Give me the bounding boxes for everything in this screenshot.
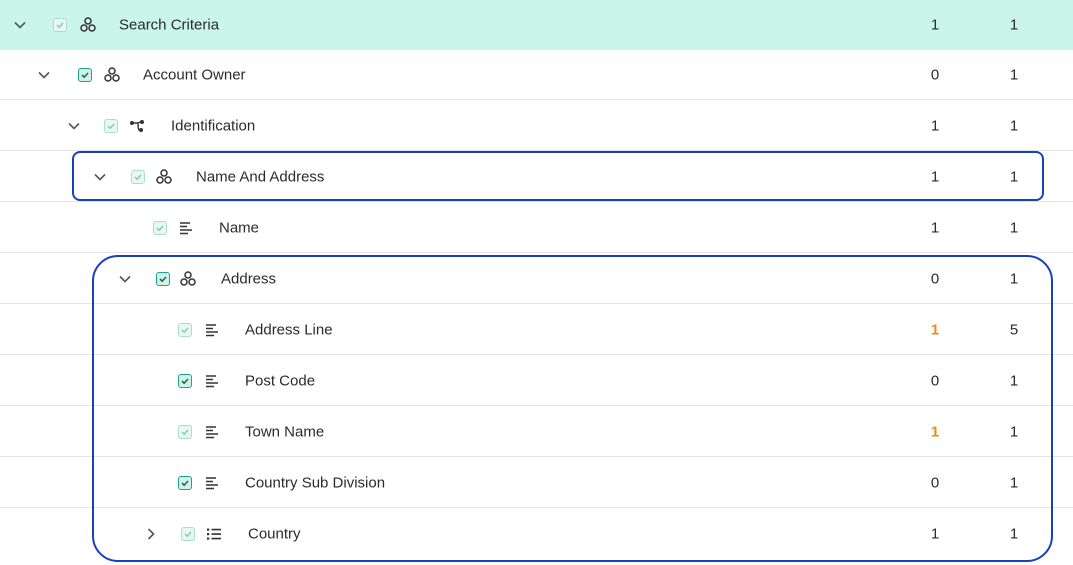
tree-row-address[interactable]: Address 0 1 <box>0 254 1073 304</box>
max-occurs: 1 <box>1009 219 1019 236</box>
min-occurs: 1 <box>930 423 940 440</box>
min-occurs: 1 <box>930 117 940 134</box>
min-occurs: 1 <box>930 219 940 236</box>
checkbox-partial[interactable] <box>178 424 192 439</box>
min-occurs: 1 <box>930 525 940 543</box>
max-occurs: 1 <box>1009 117 1019 134</box>
row-label: Account Owner <box>143 66 246 83</box>
checkbox-checked[interactable] <box>178 475 192 490</box>
max-occurs: 1 <box>1009 525 1019 543</box>
row-label: Post Code <box>245 372 316 389</box>
text-field-icon <box>204 475 220 491</box>
min-occurs: 1 <box>930 16 940 33</box>
min-occurs: 1 <box>930 321 940 338</box>
tree-row-search-criteria[interactable]: Search Criteria 1 1 <box>0 0 1073 50</box>
max-occurs: 1 <box>1009 423 1019 440</box>
row-label: Search Criteria <box>119 16 220 33</box>
checkbox-checked[interactable] <box>178 373 192 388</box>
chevron-down-icon[interactable] <box>92 169 108 185</box>
min-occurs: 0 <box>930 372 940 389</box>
group-icon <box>180 270 196 287</box>
checkbox-partial[interactable] <box>153 220 167 235</box>
row-label: Town Name <box>245 423 325 440</box>
min-occurs: 0 <box>930 66 940 83</box>
tree-row-identification[interactable]: Identification 1 1 <box>0 101 1073 151</box>
list-icon <box>206 526 222 542</box>
row-label: Address <box>221 270 277 287</box>
tree-row-country[interactable]: Country 1 1 <box>0 509 1073 559</box>
tree-row-post-code[interactable]: Post Code 0 1 <box>0 356 1073 406</box>
chevron-down-icon[interactable] <box>12 17 28 33</box>
row-label: Address Line <box>245 321 333 338</box>
max-occurs: 1 <box>1009 168 1019 185</box>
min-occurs: 0 <box>930 474 940 491</box>
chevron-right-icon[interactable] <box>143 526 159 542</box>
max-occurs: 1 <box>1009 474 1019 491</box>
min-occurs: 1 <box>930 168 940 185</box>
group-icon <box>156 168 172 185</box>
group-icon <box>104 66 120 83</box>
tree-row-name[interactable]: Name 1 1 <box>0 203 1073 253</box>
max-occurs: 5 <box>1009 321 1019 338</box>
checkbox-partial[interactable] <box>104 118 118 133</box>
text-field-icon <box>204 424 220 440</box>
checkbox-partial[interactable] <box>53 17 67 32</box>
max-occurs: 1 <box>1009 16 1019 33</box>
checkbox-partial[interactable] <box>131 169 145 184</box>
tree-row-address-line[interactable]: Address Line 1 5 <box>0 305 1073 355</box>
chevron-down-icon[interactable] <box>117 271 133 287</box>
max-occurs: 1 <box>1009 372 1019 389</box>
checkbox-checked[interactable] <box>156 271 170 286</box>
max-occurs: 1 <box>1009 66 1019 83</box>
row-label: Country Sub Division <box>245 474 386 491</box>
min-occurs: 0 <box>930 270 940 287</box>
tree-row-country-sub-division[interactable]: Country Sub Division 0 1 <box>0 458 1073 508</box>
row-label: Name <box>219 219 260 236</box>
checkbox-checked[interactable] <box>78 67 92 82</box>
text-field-icon <box>204 322 220 338</box>
tree-row-name-and-address[interactable]: Name And Address 1 1 <box>0 152 1073 202</box>
row-label: Country <box>248 525 301 543</box>
tree-row-town-name[interactable]: Town Name 1 1 <box>0 407 1073 457</box>
row-label: Name And Address <box>196 168 325 185</box>
tree-row-account-owner[interactable]: Account Owner 0 1 <box>0 50 1073 100</box>
checkbox-partial[interactable] <box>181 527 195 541</box>
max-occurs: 1 <box>1009 270 1019 287</box>
group-icon <box>80 16 96 33</box>
chevron-down-icon[interactable] <box>36 67 52 83</box>
row-label: Identification <box>171 117 256 134</box>
text-field-icon <box>178 220 194 236</box>
text-field-icon <box>204 373 220 389</box>
choice-branch-icon <box>129 118 145 134</box>
checkbox-partial[interactable] <box>178 322 192 337</box>
chevron-down-icon[interactable] <box>66 118 82 134</box>
